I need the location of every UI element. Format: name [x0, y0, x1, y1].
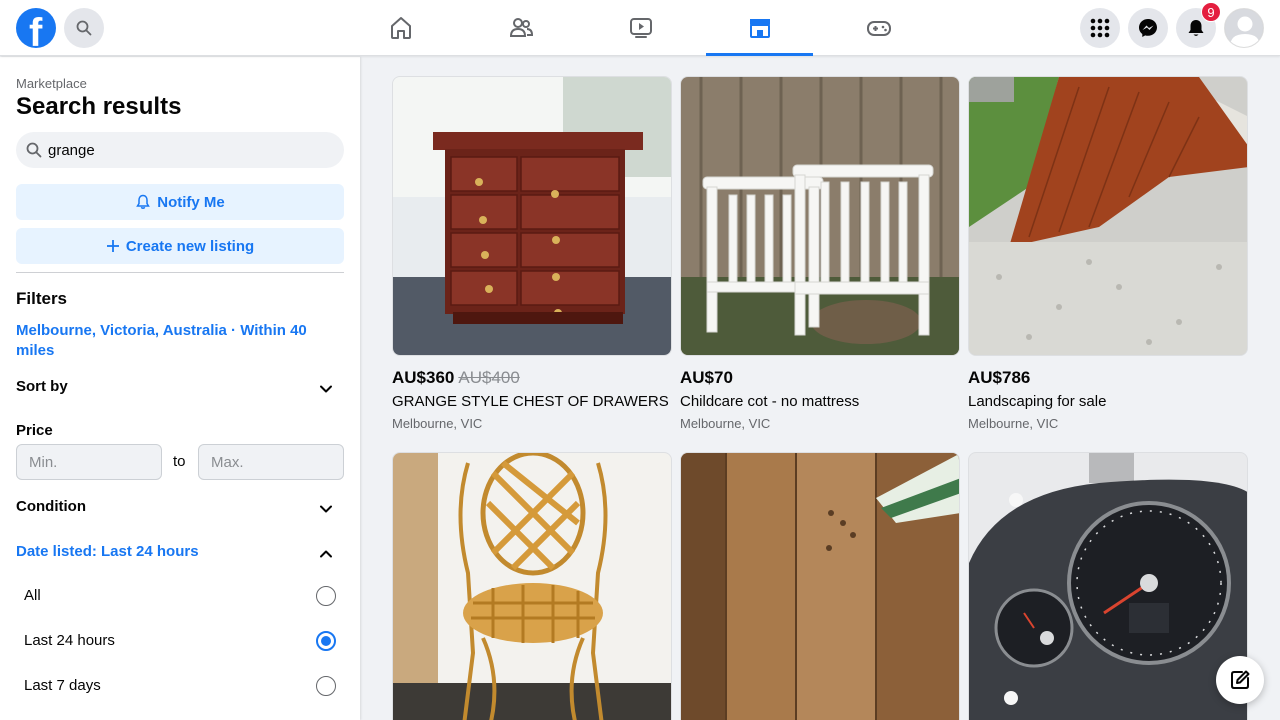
create-listing-label: Create new listing — [125, 237, 255, 255]
date-listed-label[interactable]: Date listed: Last 24 hours — [16, 543, 199, 560]
notification-count-badge: 9 — [1201, 2, 1221, 22]
notify-me-label: Notify Me — [157, 193, 225, 211]
compose-button[interactable] — [1216, 656, 1264, 704]
top-navigation-bar: f 9 — [0, 0, 1280, 56]
bell-outline-icon — [136, 194, 151, 209]
listing-card[interactable] — [968, 452, 1248, 720]
radio-button[interactable] — [316, 586, 336, 606]
notify-me-button[interactable]: Notify Me — [16, 184, 344, 220]
radio-label: Last 7 days — [24, 677, 101, 694]
price-label: Price — [16, 422, 53, 439]
condition-label[interactable]: Condition — [16, 498, 86, 515]
search-icon — [76, 20, 92, 36]
bell-icon — [1188, 20, 1204, 36]
listing-photo[interactable] — [680, 76, 960, 356]
date-option-last-24-hours[interactable]: Last 24 hours — [24, 629, 336, 653]
marketplace-sidebar: Marketplace Search results Notify Me Cre… — [0, 57, 360, 720]
profile-avatar-icon — [1225, 9, 1263, 47]
filters-heading: Filters — [16, 289, 68, 308]
compose-icon — [1231, 670, 1250, 689]
timber-planks-image — [681, 453, 959, 720]
page-title: Search results — [16, 93, 182, 120]
listing-card[interactable]: AU$70 Childcare cot - no mattress Melbou… — [680, 76, 960, 431]
plus-icon — [106, 240, 119, 252]
tab-gaming[interactable] — [825, 0, 932, 56]
listing-photo[interactable] — [968, 76, 1248, 356]
tab-watch[interactable] — [587, 0, 694, 56]
listing-price: AU$360 AU$400 — [392, 368, 520, 388]
divider — [16, 272, 344, 273]
location-filter[interactable]: Melbourne, Victoria, Australia · Within … — [16, 321, 326, 361]
listing-price: AU$786 — [968, 368, 1031, 387]
logo-letter: f — [29, 11, 43, 48]
gaming-icon — [866, 21, 891, 36]
listing-card[interactable]: AU$786 Landscaping for sale Melbourne, V… — [968, 76, 1248, 431]
breadcrumb[interactable]: Marketplace — [16, 76, 87, 91]
chevron-down-icon[interactable] — [318, 381, 334, 397]
listing-card[interactable] — [680, 452, 960, 720]
listing-old-price: AU$400 — [458, 368, 520, 387]
listing-photo[interactable] — [392, 452, 672, 720]
listing-price: AU$70 — [680, 368, 733, 387]
menu-button[interactable] — [1080, 8, 1120, 48]
listing-card[interactable] — [392, 452, 672, 720]
date-option-all[interactable]: All — [24, 584, 336, 608]
create-listing-button[interactable]: Create new listing — [16, 228, 344, 264]
listing-photo[interactable] — [392, 76, 672, 356]
facebook-logo[interactable]: f — [16, 8, 56, 48]
avatar[interactable] — [1224, 8, 1264, 48]
tab-home[interactable] — [347, 0, 454, 56]
watch-icon — [629, 18, 652, 38]
marketplace-icon — [749, 18, 770, 38]
search-input[interactable] — [48, 141, 328, 159]
home-icon — [390, 17, 411, 39]
listing-location: Melbourne, VIC — [968, 416, 1059, 431]
chevron-down-icon[interactable] — [318, 501, 334, 517]
price-min-input[interactable] — [16, 444, 162, 480]
messenger-button[interactable] — [1128, 8, 1168, 48]
tab-marketplace[interactable] — [706, 0, 813, 56]
listing-card[interactable]: AU$360 AU$400 GRANGE STYLE CHEST OF DRAWE… — [392, 76, 672, 431]
grid-menu-icon — [1090, 18, 1110, 38]
listing-photo[interactable] — [968, 452, 1248, 720]
price-to-label: to — [173, 453, 186, 470]
listing-location: Melbourne, VIC — [392, 416, 483, 431]
listing-title[interactable]: GRANGE STYLE CHEST OF DRAWERS — [392, 393, 669, 410]
childcare-cot-image — [681, 77, 959, 355]
messenger-icon — [1139, 19, 1157, 37]
landscaping-deck-image — [969, 77, 1247, 355]
tab-friends[interactable] — [467, 0, 574, 56]
listing-price-value: AU$360 — [392, 368, 455, 387]
friends-icon — [509, 18, 533, 37]
date-option-last-7-days[interactable]: Last 7 days — [24, 674, 336, 698]
radio-button-selected[interactable] — [316, 631, 336, 651]
listing-title[interactable]: Landscaping for sale — [968, 393, 1106, 410]
chest-of-drawers-image — [393, 77, 671, 355]
price-max-input[interactable] — [198, 444, 344, 480]
radio-label: Last 24 hours — [24, 632, 115, 649]
radio-button[interactable] — [316, 676, 336, 696]
listing-photo[interactable] — [680, 452, 960, 720]
radio-label: All — [24, 587, 41, 604]
wicker-chair-image — [393, 453, 671, 720]
listing-location: Melbourne, VIC — [680, 416, 771, 431]
chevron-up-icon[interactable] — [318, 546, 334, 562]
listing-title[interactable]: Childcare cot - no mattress — [680, 393, 859, 410]
search-icon — [26, 142, 42, 158]
search-button[interactable] — [64, 8, 104, 48]
instrument-cluster-image — [969, 453, 1247, 720]
sort-by-label[interactable]: Sort by — [16, 378, 68, 395]
marketplace-search-box[interactable] — [16, 132, 344, 168]
